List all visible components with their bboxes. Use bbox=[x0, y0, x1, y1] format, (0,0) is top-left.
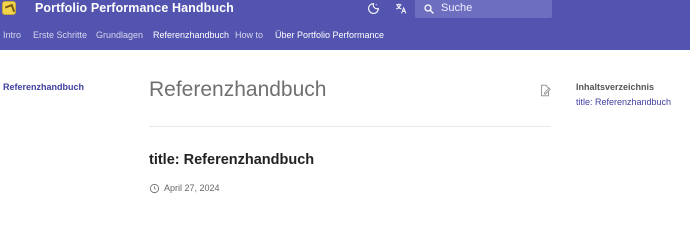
top-header: Portfolio Performance Handbuch Suche Int… bbox=[0, 0, 690, 50]
tab-erste-schritte[interactable]: Erste Schritte bbox=[33, 30, 87, 40]
translate-icon[interactable] bbox=[392, 0, 410, 17]
toc-heading: Inhaltsverzeichnis bbox=[576, 82, 655, 92]
tab-ueber-portfolio-performance[interactable]: Über Portfolio Performance bbox=[275, 30, 384, 40]
header-bar: Portfolio Performance Handbuch Suche bbox=[0, 0, 690, 18]
logo-icon[interactable] bbox=[2, 1, 16, 15]
language-icon bbox=[395, 3, 407, 14]
date-text: April 27, 2024 bbox=[164, 183, 220, 193]
search-icon bbox=[424, 4, 434, 14]
tab-intro[interactable]: Intro bbox=[3, 30, 21, 40]
edit-page-icon[interactable] bbox=[538, 83, 552, 98]
search-input[interactable]: Suche bbox=[441, 2, 472, 14]
site-title[interactable]: Portfolio Performance Handbuch bbox=[35, 1, 234, 15]
content-title: title: Referenzhandbuch bbox=[149, 152, 315, 168]
tab-grundlagen[interactable]: Grundlagen bbox=[96, 30, 143, 40]
dark-mode-icon[interactable] bbox=[364, 0, 382, 17]
last-updated: April 27, 2024 bbox=[149, 182, 220, 194]
tab-referenzhandbuch[interactable]: Referenzhandbuch bbox=[153, 30, 229, 40]
tab-how-to[interactable]: How to bbox=[235, 30, 263, 40]
toc-link[interactable]: title: Referenzhandbuch bbox=[576, 97, 671, 107]
moon-icon bbox=[367, 3, 379, 14]
page-title: Referenzhandbuch bbox=[149, 78, 327, 101]
tab-bar: Intro Erste Schritte Grundlagen Referenz… bbox=[0, 30, 690, 44]
clock-icon bbox=[149, 183, 160, 193]
search-box[interactable]: Suche bbox=[415, 0, 552, 18]
nav-item-referenzhandbuch[interactable]: Referenzhandbuch bbox=[3, 82, 84, 92]
divider bbox=[149, 126, 551, 127]
